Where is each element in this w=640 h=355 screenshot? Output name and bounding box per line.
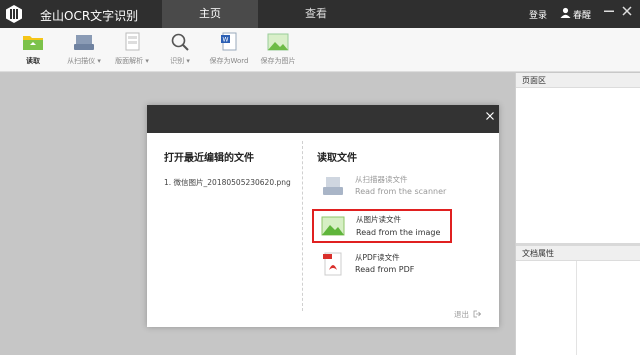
right-panel: 页面区 文档属性 [515,73,640,355]
recognize-label: 识别 [170,57,185,65]
minimize-icon[interactable] [603,5,615,17]
toolbar: 读取 从扫描仪 ▾ 版面解析 ▾ 识别 ▾ W 保存为Word 保存为图片 [0,28,640,72]
option-label-cn: 从PDF读文件 [355,253,400,262]
save-word-button[interactable]: W 保存为Word [201,32,257,70]
open-file-dialog: 打开最近编辑的文件 1. 微信图片_20180505230620.png 读取文… [147,105,499,327]
save-image-label: 保存为图片 [260,57,296,65]
read-button[interactable]: 读取 [5,32,61,70]
save-image-button[interactable]: 保存为图片 [250,32,306,70]
layout-icon [125,32,140,51]
word-icon: W [221,32,237,51]
scan-label: 从扫描仪 [67,57,96,65]
app-logo-icon [6,5,22,23]
user-icon[interactable] [560,7,571,18]
read-label: 读取 [26,57,40,65]
dialog-header [147,105,499,133]
recent-files-title: 打开最近编辑的文件 [164,153,254,164]
option-label-en: Read from the image [356,228,441,237]
read-from-scanner-option[interactable]: 从扫描器读文件 Read from the scanner [317,172,451,204]
layout-label: 版面解析 [115,57,144,65]
close-icon[interactable] [621,5,633,17]
search-icon [171,33,189,51]
scanner-icon [323,177,343,195]
option-label-cn: 从图片读文件 [356,215,401,224]
close-icon[interactable] [485,111,495,121]
tab-home[interactable]: 主页 [162,0,258,28]
exit-label: 退出 [454,310,469,319]
scanner-icon [74,35,94,50]
image-icon [321,216,345,236]
recent-file-item[interactable]: 1. 微信图片_20180505230620.png [164,177,291,188]
option-label-en: Read from PDF [355,265,415,274]
option-label-en: Read from the scanner [355,187,447,196]
app-title: 金山OCR文字识别 [40,9,139,23]
folder-icon [23,36,43,50]
title-bar: 金山OCR文字识别 主页 查看 登录 春醒 [0,0,640,28]
read-from-pdf-option[interactable]: 从PDF读文件 Read from PDF [317,250,451,282]
pages-panel-title: 页面区 [516,73,640,88]
props-panel-title: 文档属性 [516,246,640,261]
read-file-title: 读取文件 [317,153,357,164]
dialog-divider [302,141,303,311]
option-label-cn: 从扫描器读文件 [355,175,408,184]
tab-view[interactable]: 查看 [268,0,364,28]
exit-button[interactable]: 退出 [454,309,482,320]
login-link[interactable]: 登录 [529,8,547,21]
save-word-label: 保存为Word [209,57,249,65]
image-icon [267,33,289,51]
svg-text:W: W [223,37,229,44]
props-column-divider [576,261,577,355]
recognize-button[interactable]: 识别 ▾ [152,32,208,70]
exit-icon [473,310,482,318]
pdf-icon [323,252,342,276]
read-from-image-option[interactable]: 从图片读文件 Read from the image [312,209,452,243]
username[interactable]: 春醒 [573,8,591,21]
